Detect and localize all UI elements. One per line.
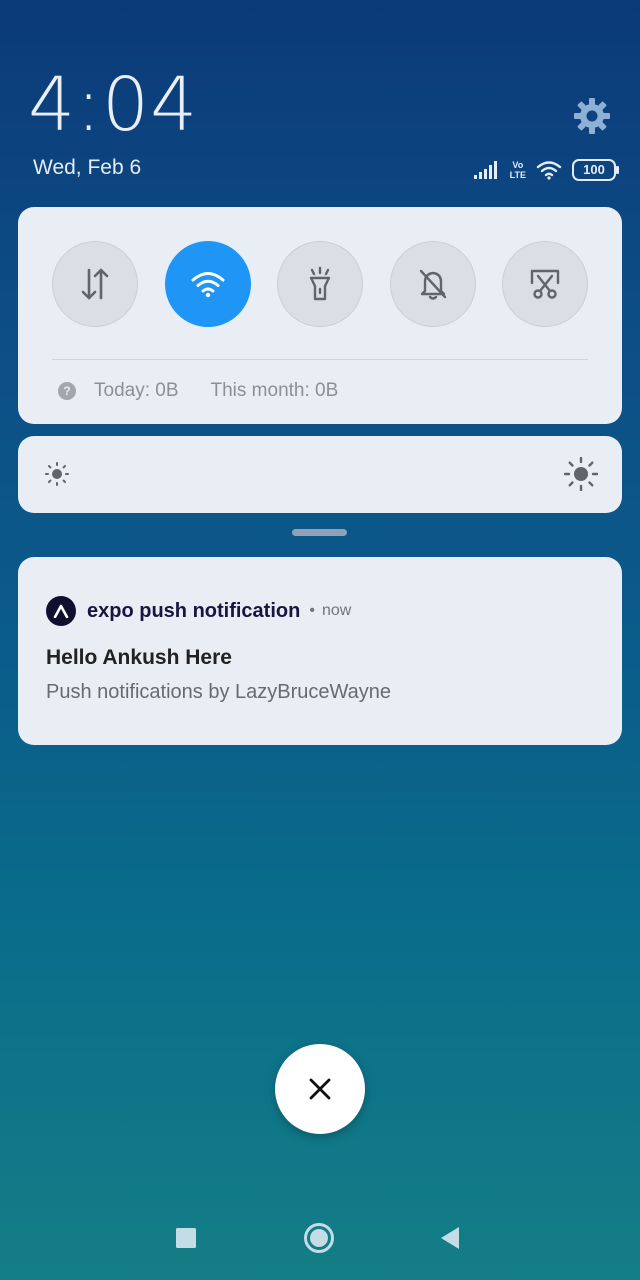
- cell-signal-icon: [473, 161, 497, 179]
- home-circle-icon: [304, 1223, 334, 1253]
- scissors-icon: [530, 269, 560, 299]
- volte-label-bottom: LTE: [509, 170, 526, 180]
- bell-off-icon: [419, 269, 446, 300]
- brightness-high-icon: [564, 457, 598, 491]
- drag-handle[interactable]: [292, 529, 347, 536]
- status-icons: Vo LTE 100: [473, 156, 619, 184]
- brightness-slider[interactable]: [18, 436, 622, 513]
- navigation-bar: [0, 1200, 640, 1280]
- flashlight-icon: [309, 266, 331, 301]
- quick-settings-divider: [52, 359, 588, 360]
- usage-today: Today: 0B: [94, 380, 179, 401]
- quick-settings-panel: ? Today: 0B This month: 0B: [18, 207, 622, 424]
- wifi-icon: [191, 272, 224, 298]
- recents-button[interactable]: [166, 1218, 206, 1258]
- toggle-flashlight[interactable]: [277, 241, 363, 327]
- wifi-status-icon: [536, 161, 562, 180]
- toggle-mobile-data[interactable]: [52, 241, 138, 327]
- notification-card[interactable]: expo push notification • now Hello Ankus…: [18, 557, 622, 745]
- volte-icon: Vo LTE: [510, 160, 526, 180]
- close-icon: [309, 1078, 331, 1100]
- volte-label-top: Vo: [512, 160, 524, 170]
- notification-title: Hello Ankush Here: [46, 646, 232, 669]
- clear-notifications-button[interactable]: [275, 1044, 365, 1134]
- back-button[interactable]: [430, 1218, 470, 1258]
- brightness-low-icon: [45, 462, 69, 486]
- date-label: Wed, Feb 6: [33, 156, 142, 179]
- notification-time: now: [321, 602, 352, 619]
- home-button[interactable]: [299, 1218, 339, 1258]
- toggle-screenshot[interactable]: [502, 241, 588, 327]
- usage-month: This month: 0B: [210, 380, 339, 401]
- square-icon: [176, 1228, 196, 1248]
- notification-separator: •: [309, 602, 315, 619]
- data-arrows-icon: [81, 268, 109, 300]
- notification-app-name: expo push notification: [87, 599, 301, 622]
- battery-indicator: 100: [572, 159, 619, 181]
- back-triangle-icon: [441, 1227, 459, 1249]
- toggle-silent[interactable]: [389, 241, 476, 327]
- toggle-wifi[interactable]: [164, 241, 251, 327]
- help-icon: ?: [58, 382, 76, 400]
- data-usage-summary[interactable]: ? Today: 0B This month: 0B: [58, 380, 338, 402]
- notification-body: Push notifications by LazyBruceWayne: [46, 681, 391, 703]
- expo-app-icon: [46, 596, 76, 626]
- clock-time: 4:04: [28, 62, 199, 148]
- settings-gear-icon[interactable]: [572, 96, 612, 136]
